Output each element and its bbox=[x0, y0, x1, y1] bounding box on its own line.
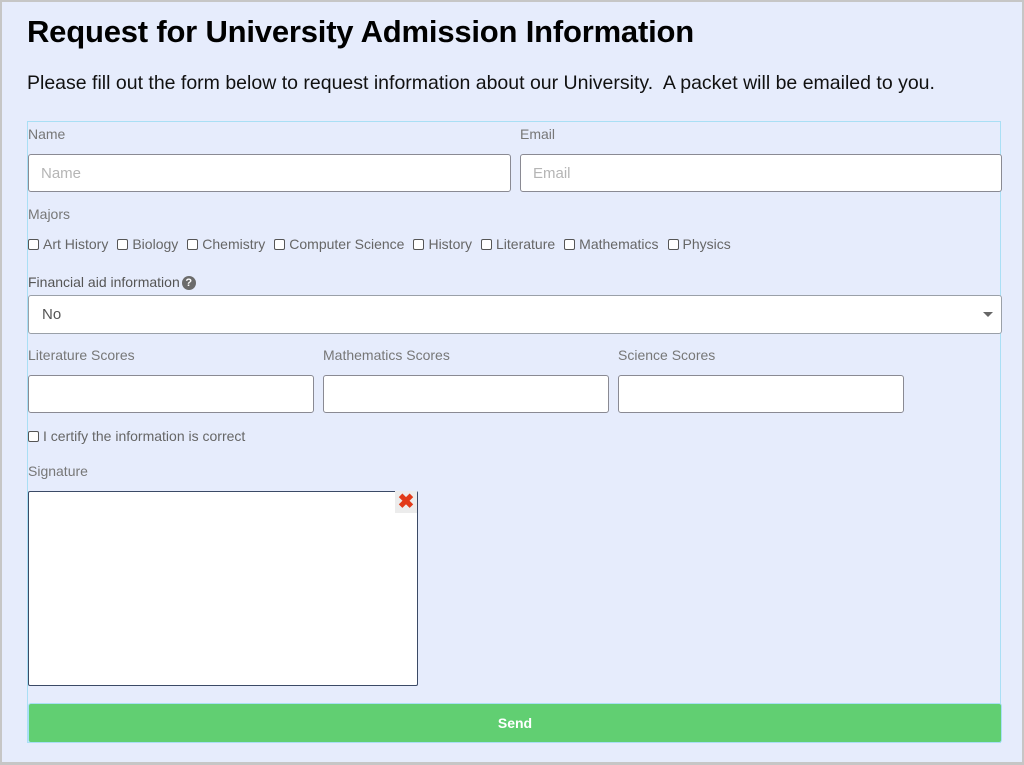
close-icon[interactable]: ✖ bbox=[395, 491, 417, 513]
major-art-history[interactable]: Art History bbox=[28, 236, 108, 252]
admission-form: Name Email Majors Art History Biology Ch… bbox=[27, 121, 1002, 743]
checkbox[interactable] bbox=[28, 238, 39, 250]
question-circle-icon[interactable]: ? bbox=[181, 276, 196, 291]
checkbox[interactable] bbox=[564, 238, 576, 250]
major-mathematics[interactable]: Mathematics bbox=[564, 236, 659, 252]
signature-label: Signature bbox=[28, 463, 88, 479]
chevron-down-icon bbox=[983, 312, 993, 317]
majors-label: Majors bbox=[28, 206, 71, 222]
checkbox[interactable] bbox=[274, 238, 286, 250]
mathematics-scores-label: Mathematics Scores bbox=[323, 347, 450, 363]
majors-checkbox-group: Art History Biology Chemistry Computer S… bbox=[28, 236, 740, 252]
page: Request for University Admission Informa… bbox=[2, 2, 1022, 762]
major-physics[interactable]: Physics bbox=[667, 236, 731, 252]
science-scores-label: Science Scores bbox=[618, 347, 716, 363]
major-label: Chemistry bbox=[202, 236, 266, 252]
signature-pad[interactable] bbox=[28, 491, 418, 686]
major-label: Literature bbox=[496, 236, 556, 252]
certify-checkbox-row[interactable]: I certify the information is correct bbox=[28, 428, 245, 444]
checkbox[interactable] bbox=[481, 238, 493, 250]
checkbox[interactable] bbox=[187, 238, 199, 250]
literature-scores-label: Literature Scores bbox=[28, 347, 135, 363]
checkbox[interactable] bbox=[117, 238, 129, 250]
science-scores-input[interactable] bbox=[618, 375, 904, 413]
certify-checkbox[interactable] bbox=[28, 430, 39, 442]
major-label: Art History bbox=[43, 236, 109, 252]
financial-aid-selected-value: No bbox=[42, 306, 62, 323]
financial-aid-label-text: Financial aid information bbox=[28, 274, 180, 290]
major-label: Physics bbox=[682, 236, 731, 252]
email-label: Email bbox=[520, 126, 556, 142]
major-label: History bbox=[428, 236, 473, 252]
page-title: Request for University Admission Informa… bbox=[27, 14, 694, 49]
financial-aid-select[interactable]: No bbox=[28, 295, 1002, 334]
mathematics-scores-input[interactable] bbox=[323, 375, 609, 413]
name-label: Name bbox=[28, 126, 66, 142]
certify-label: I certify the information is correct bbox=[43, 428, 246, 444]
major-chemistry[interactable]: Chemistry bbox=[187, 236, 265, 252]
major-biology[interactable]: Biology bbox=[117, 236, 178, 252]
major-computer-science[interactable]: Computer Science bbox=[274, 236, 404, 252]
major-literature[interactable]: Literature bbox=[481, 236, 555, 252]
financial-aid-label: Financial aid information? bbox=[28, 274, 196, 291]
checkbox[interactable] bbox=[667, 238, 679, 250]
send-button[interactable]: Send bbox=[28, 703, 1002, 743]
major-label: Biology bbox=[132, 236, 179, 252]
major-label: Mathematics bbox=[579, 236, 659, 252]
major-label: Computer Science bbox=[289, 236, 405, 252]
intro-text: Please fill out the form below to reques… bbox=[27, 72, 935, 94]
name-input[interactable] bbox=[28, 154, 511, 192]
email-input[interactable] bbox=[520, 154, 1002, 192]
major-history[interactable]: History bbox=[413, 236, 472, 252]
literature-scores-input[interactable] bbox=[28, 375, 314, 413]
checkbox[interactable] bbox=[413, 238, 425, 250]
